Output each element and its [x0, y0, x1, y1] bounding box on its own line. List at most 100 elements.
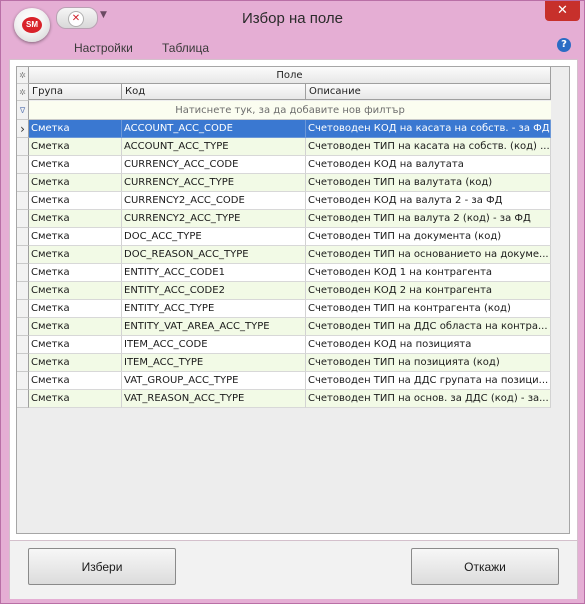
- cell-description: Счетоводен ТИП на документа (код): [306, 228, 551, 246]
- cell-group: Сметка: [29, 390, 122, 408]
- table-row[interactable]: Сметка ENTITY_VAT_AREA_ACC_TYPE Счетоводен…: [29, 318, 551, 336]
- cell-description: Счетоводен КОД на касата на собств. - за…: [306, 120, 551, 138]
- row-indicator[interactable]: [17, 156, 29, 174]
- fields-grid[interactable]: ✲ Поле ✲ Група Код Описание ∇ Натиснете …: [16, 66, 570, 534]
- cell-group: Сметка: [29, 210, 122, 228]
- row-indicator[interactable]: [17, 372, 29, 390]
- cell-code: ENTITY_ACC_TYPE: [122, 300, 306, 318]
- table-row[interactable]: Сметка ACCOUNT_ACC_TYPE Счетоводен ТИП на …: [29, 138, 551, 156]
- cell-group: Сметка: [29, 246, 122, 264]
- table-row[interactable]: Сметка DOC_REASON_ACC_TYPE Счетоводен ТИП …: [29, 246, 551, 264]
- menu-settings[interactable]: Настройки: [74, 41, 133, 55]
- cell-description: Счетоводен ТИП на основ. за ДДС (код) - …: [306, 390, 551, 408]
- cell-group: Сметка: [29, 372, 122, 390]
- window-close-button[interactable]: ✕: [545, 1, 580, 21]
- cell-code: CURRENCY_ACC_TYPE: [122, 174, 306, 192]
- row-indicator[interactable]: [17, 210, 29, 228]
- column-header-code[interactable]: Код: [122, 84, 306, 100]
- table-row[interactable]: Сметка DOC_ACC_TYPE Счетоводен ТИП на доку…: [29, 228, 551, 246]
- cell-group: Сметка: [29, 228, 122, 246]
- table-row[interactable]: Сметка ENTITY_ACC_CODE2 Счетоводен КОД 2 н…: [29, 282, 551, 300]
- cell-group: Сметка: [29, 300, 122, 318]
- cell-code: ITEM_ACC_CODE: [122, 336, 306, 354]
- grid-corner-icon[interactable]: ✲: [17, 67, 29, 84]
- table-row[interactable]: Сметка ENTITY_ACC_TYPE Счетоводен ТИП на к…: [29, 300, 551, 318]
- cancel-button[interactable]: Откажи: [411, 548, 559, 585]
- row-indicator[interactable]: [17, 354, 29, 372]
- cell-group: Сметка: [29, 174, 122, 192]
- cell-description: Счетоводен КОД 1 на контрагента: [306, 264, 551, 282]
- row-indicator[interactable]: [17, 138, 29, 156]
- table-row[interactable]: Сметка ITEM_ACC_TYPE Счетоводен ТИП на поз…: [29, 354, 551, 372]
- row-indicator[interactable]: [17, 264, 29, 282]
- filter-icon: ∇: [17, 101, 29, 120]
- column-header-description[interactable]: Описание: [306, 84, 551, 100]
- cell-code: VAT_GROUP_ACC_TYPE: [122, 372, 306, 390]
- cell-description: Счетоводен ТИП на валутата (код): [306, 174, 551, 192]
- row-indicator[interactable]: ›: [17, 120, 29, 138]
- cell-code: ENTITY_ACC_CODE2: [122, 282, 306, 300]
- table-row[interactable]: Сметка ENTITY_ACC_CODE1 Счетоводен КОД 1 н…: [29, 264, 551, 282]
- cell-code: ENTITY_ACC_CODE1: [122, 264, 306, 282]
- cell-description: Счетоводен ТИП на касата на собств. (код…: [306, 138, 551, 156]
- cell-description: Счетоводен КОД 2 на контрагента: [306, 282, 551, 300]
- cell-description: Счетоводен ТИП на валута 2 (код) - за ФД: [306, 210, 551, 228]
- dialog-footer: Избери Откажи: [10, 540, 577, 599]
- row-indicator[interactable]: [17, 174, 29, 192]
- row-indicator[interactable]: [17, 192, 29, 210]
- row-indicator[interactable]: [17, 246, 29, 264]
- cell-group: Сметка: [29, 354, 122, 372]
- cell-description: Счетоводен ТИП на основанието на докуме.…: [306, 246, 551, 264]
- cell-description: Счетоводен КОД на позицията: [306, 336, 551, 354]
- cell-description: Счетоводен КОД на валутата: [306, 156, 551, 174]
- cell-group: Сметка: [29, 138, 122, 156]
- dialog-client-area: ✲ Поле ✲ Група Код Описание ∇ Натиснете …: [9, 59, 578, 599]
- row-indicator[interactable]: [17, 390, 29, 408]
- help-icon[interactable]: ?: [557, 38, 571, 52]
- table-row[interactable]: Сметка CURRENCY_ACC_CODE Счетоводен КОД на…: [29, 156, 551, 174]
- table-row[interactable]: Сметка ACCOUNT_ACC_CODE Счетоводен КОД на …: [29, 120, 551, 138]
- row-indicator[interactable]: [17, 282, 29, 300]
- cell-group: Сметка: [29, 264, 122, 282]
- cell-code: CURRENCY2_ACC_CODE: [122, 192, 306, 210]
- cell-code: DOC_ACC_TYPE: [122, 228, 306, 246]
- column-header-group[interactable]: Група: [29, 84, 122, 100]
- cell-group: Сметка: [29, 336, 122, 354]
- window-title: Избор на поле: [242, 10, 343, 27]
- cell-code: ACCOUNT_ACC_CODE: [122, 120, 306, 138]
- cell-description: Счетоводен ТИП на контрагента (код): [306, 300, 551, 318]
- cell-group: Сметка: [29, 282, 122, 300]
- cell-group: Сметка: [29, 192, 122, 210]
- cell-code: CURRENCY_ACC_CODE: [122, 156, 306, 174]
- table-row[interactable]: Сметка VAT_GROUP_ACC_TYPE Счетоводен ТИП н…: [29, 372, 551, 390]
- cell-group: Сметка: [29, 156, 122, 174]
- row-indicator[interactable]: [17, 300, 29, 318]
- cell-code: CURRENCY2_ACC_TYPE: [122, 210, 306, 228]
- row-indicator[interactable]: [17, 336, 29, 354]
- table-row[interactable]: Сметка CURRENCY2_ACC_CODE Счетоводен КОД н…: [29, 192, 551, 210]
- cell-group: Сметка: [29, 120, 122, 138]
- cell-code: VAT_REASON_ACC_TYPE: [122, 390, 306, 408]
- title-bar[interactable]: SM ✕ ▼ Избор на поле ✕: [1, 1, 584, 42]
- table-row[interactable]: Сметка CURRENCY_ACC_TYPE Счетоводен ТИП на…: [29, 174, 551, 192]
- table-row[interactable]: Сметка VAT_REASON_ACC_TYPE Счетоводен ТИП …: [29, 390, 551, 408]
- cell-code: ENTITY_VAT_AREA_ACC_TYPE: [122, 318, 306, 336]
- row-indicator[interactable]: [17, 318, 29, 336]
- cell-code: ITEM_ACC_TYPE: [122, 354, 306, 372]
- dialog-window: SM ✕ ▼ Избор на поле ✕ Настройки Таблица…: [0, 0, 585, 604]
- band-header-field[interactable]: Поле: [29, 67, 551, 84]
- cell-code: DOC_REASON_ACC_TYPE: [122, 246, 306, 264]
- menu-bar: Настройки Таблица: [1, 37, 584, 59]
- cell-description: Счетоводен ТИП на ДДС областа на контра.…: [306, 318, 551, 336]
- table-row[interactable]: Сметка ITEM_ACC_CODE Счетоводен КОД на поз…: [29, 336, 551, 354]
- cell-code: ACCOUNT_ACC_TYPE: [122, 138, 306, 156]
- select-button[interactable]: Избери: [28, 548, 176, 585]
- table-row[interactable]: Сметка CURRENCY2_ACC_TYPE Счетоводен ТИП н…: [29, 210, 551, 228]
- filter-row[interactable]: Натиснете тук, за да добавите нов филтър: [29, 101, 551, 120]
- row-indicator[interactable]: [17, 228, 29, 246]
- cell-description: Счетоводен ТИП на ДДС групата на позици.…: [306, 372, 551, 390]
- column-chooser-icon[interactable]: ✲: [17, 84, 29, 101]
- menu-table[interactable]: Таблица: [162, 41, 209, 55]
- cell-description: Счетоводен ТИП на позицията (код): [306, 354, 551, 372]
- cell-group: Сметка: [29, 318, 122, 336]
